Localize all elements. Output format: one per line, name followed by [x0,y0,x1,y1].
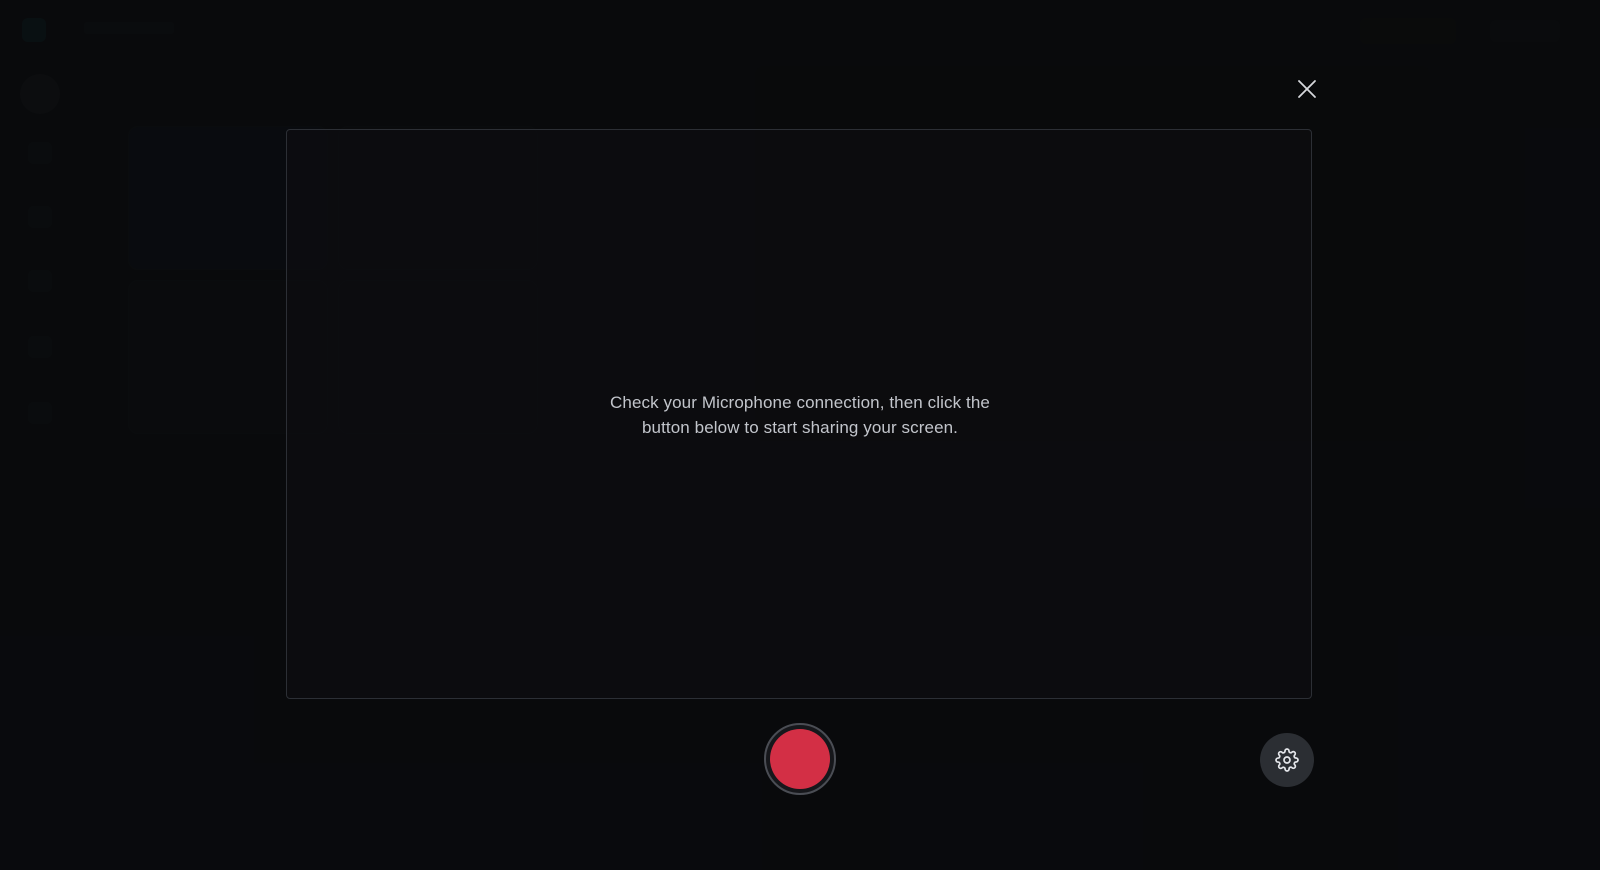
instruction-line-1: Check your Microphone connection, then c… [610,393,990,412]
instruction-line-2: button below to start sharing your scree… [641,418,959,437]
gear-icon [1275,748,1299,772]
instruction-text: Check your Microphone connection, then c… [0,390,1600,440]
record-icon [770,729,830,789]
settings-button[interactable] [1260,733,1314,787]
close-button[interactable] [1296,78,1318,100]
close-icon [1298,80,1316,98]
start-recording-button[interactable] [764,723,836,795]
